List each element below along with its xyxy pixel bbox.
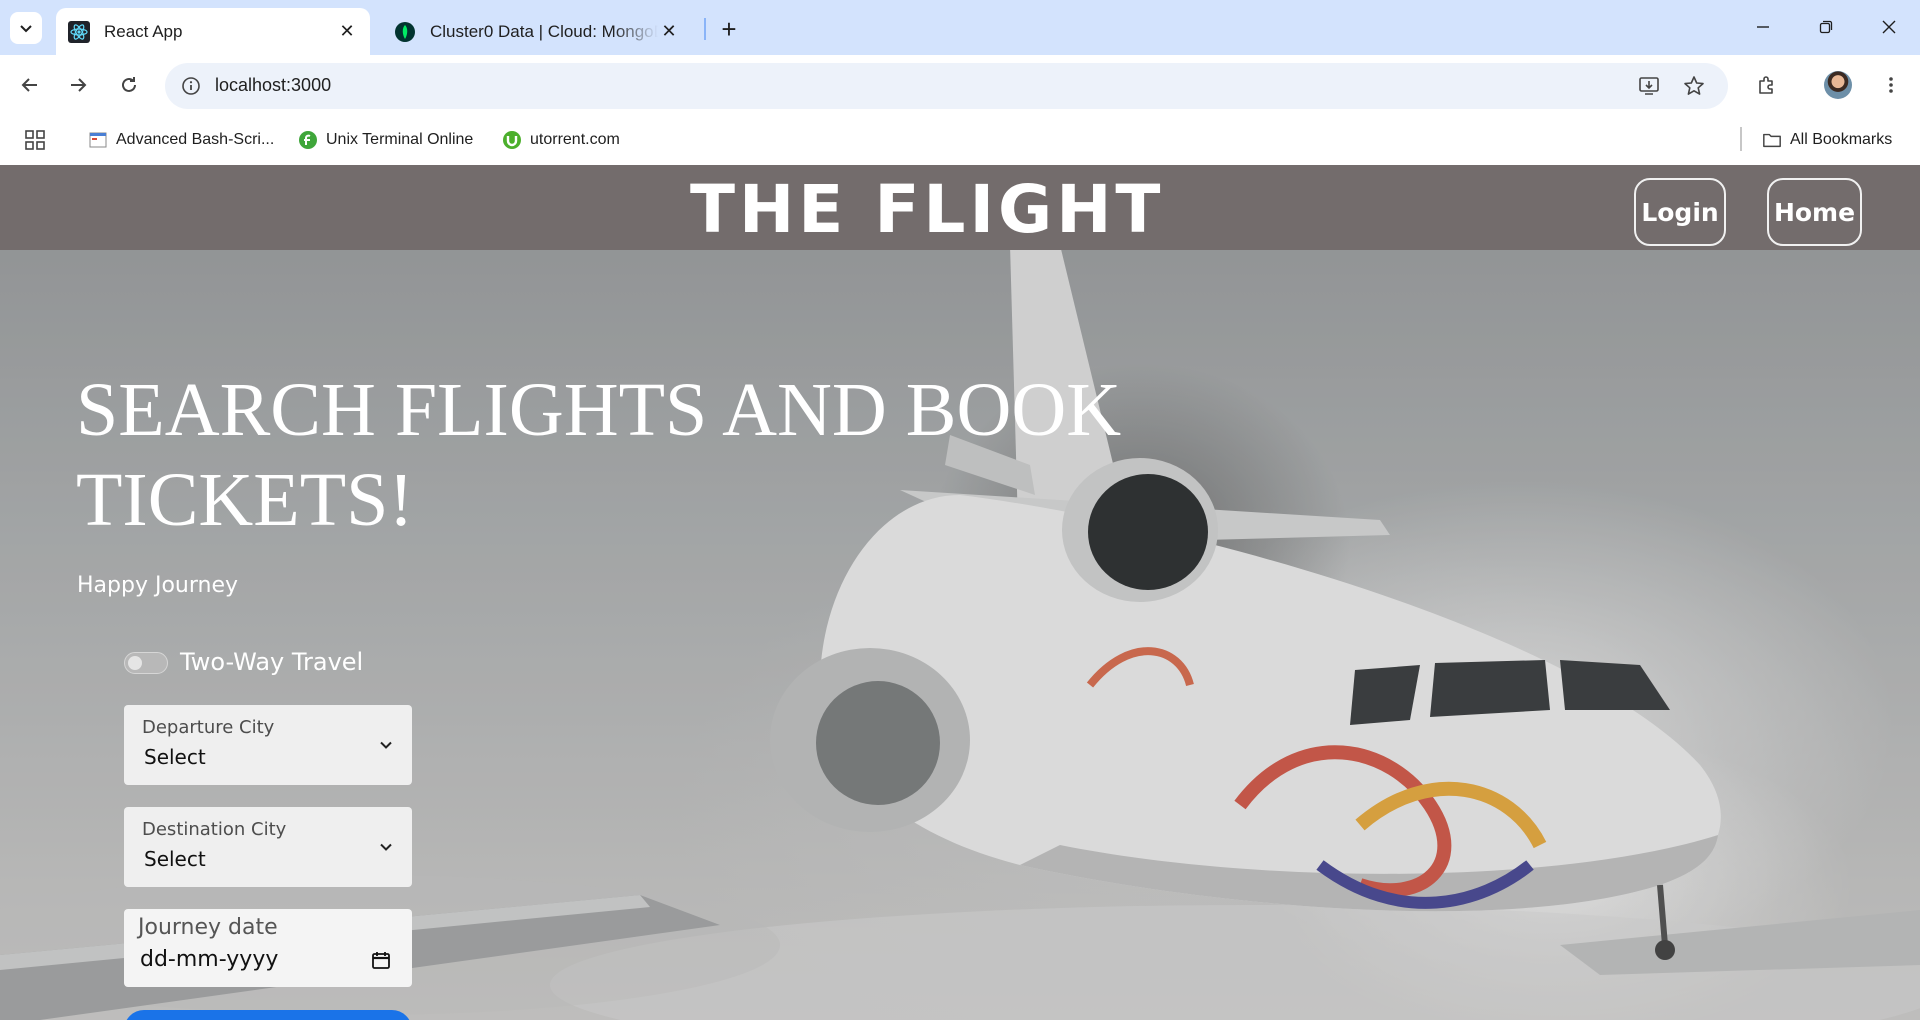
two-way-label: Two-Way Travel xyxy=(180,648,364,676)
all-bookmarks-label: All Bookmarks xyxy=(1790,131,1893,148)
hero-title: SEARCH FLIGHTS AND BOOK TICKETS! xyxy=(76,368,1122,542)
bookmarks-bar: Advanced Bash-Scri... Unix Terminal Onli… xyxy=(0,115,1920,165)
minimize-button[interactable] xyxy=(1743,10,1783,44)
minimize-icon xyxy=(1757,26,1769,28)
two-way-toggle[interactable] xyxy=(124,652,168,674)
site-header: THE FLIGHT Login Home xyxy=(0,165,1920,250)
site-logo-text[interactable]: THE FLIGHT xyxy=(690,171,1164,248)
tab-title: Cluster0 Data | Cloud: MongoDB xyxy=(430,21,658,41)
close-icon xyxy=(1882,20,1896,34)
tab-divider xyxy=(704,18,706,40)
toggle-knob xyxy=(128,656,142,670)
destination-city-value: Select xyxy=(144,847,206,871)
destination-city-select[interactable]: Destination City Select xyxy=(124,807,412,887)
tab-react-app[interactable]: React App ✕ xyxy=(56,8,370,55)
departure-city-value: Select xyxy=(144,745,206,769)
new-tab-button[interactable]: + xyxy=(714,14,744,44)
browser-toolbar: localhost:3000 xyxy=(0,55,1920,115)
departure-city-select[interactable]: Departure City Select xyxy=(124,705,412,785)
home-button[interactable]: Home xyxy=(1767,178,1862,246)
profile-avatar[interactable] xyxy=(1824,71,1852,99)
close-icon[interactable]: ✕ xyxy=(658,21,680,43)
site-info-icon[interactable] xyxy=(179,74,203,98)
terminal-leaf-icon xyxy=(298,130,318,150)
folder-icon xyxy=(1762,130,1782,150)
airplane-background-image xyxy=(0,165,1920,1020)
page-viewport: THE FLIGHT Login Home SEARCH FLIGHTS AND… xyxy=(0,165,1920,1020)
bookmark-label: Unix Terminal Online xyxy=(326,131,474,148)
chevron-down-icon xyxy=(376,837,396,857)
arrow-left-icon xyxy=(21,78,37,92)
tab-strip: React App ✕ Cluster0 Data | Cloud: Mongo… xyxy=(0,0,1920,55)
bookmark-label: utorrent.com xyxy=(530,131,620,148)
all-bookmarks-button[interactable]: All Bookmarks xyxy=(1762,127,1892,153)
tab-title: React App xyxy=(104,21,183,41)
apps-grid-icon xyxy=(25,130,45,150)
bookmark-utorrent[interactable]: utorrent.com xyxy=(502,127,620,153)
close-window-button[interactable] xyxy=(1869,10,1909,44)
close-icon[interactable]: ✕ xyxy=(336,21,358,43)
browser-menu-button[interactable] xyxy=(1873,67,1909,103)
journey-date-input[interactable]: Journey date dd-mm-yyyy xyxy=(124,909,412,987)
chevron-down-icon xyxy=(376,735,396,755)
departure-city-label: Departure City xyxy=(142,717,275,738)
star-icon[interactable] xyxy=(1682,74,1706,98)
journey-date-value: dd-mm-yyyy xyxy=(140,947,279,972)
bookmark-label: Advanced Bash-Scri... xyxy=(116,131,275,148)
reload-icon xyxy=(122,77,136,92)
hero-subtitle: Happy Journey xyxy=(77,573,239,598)
tab-mongodb[interactable]: Cluster0 Data | Cloud: MongoDB ✕ xyxy=(382,8,692,55)
arrow-right-icon xyxy=(71,78,87,92)
back-button[interactable] xyxy=(12,67,48,103)
tab-search-button[interactable] xyxy=(10,12,42,44)
restore-icon xyxy=(1819,20,1833,34)
url-text: localhost:3000 xyxy=(215,75,332,95)
utorrent-icon xyxy=(502,130,522,150)
chevron-down-icon xyxy=(20,25,32,33)
extensions-button[interactable] xyxy=(1749,67,1785,103)
login-button[interactable]: Login xyxy=(1634,178,1726,246)
destination-city-label: Destination City xyxy=(142,819,287,840)
address-bar[interactable]: localhost:3000 xyxy=(165,63,1728,109)
search-flights-button[interactable] xyxy=(124,1010,412,1020)
restore-button[interactable] xyxy=(1806,10,1846,44)
puzzle-icon xyxy=(1759,76,1773,94)
forward-button[interactable] xyxy=(60,67,96,103)
calendar-icon[interactable] xyxy=(370,949,392,971)
bookmark-unix-terminal[interactable]: Unix Terminal Online xyxy=(298,127,473,153)
react-icon xyxy=(68,20,90,43)
apps-button[interactable] xyxy=(24,127,46,153)
bookmark-advanced-bash[interactable]: Advanced Bash-Scri... xyxy=(88,127,274,153)
document-icon xyxy=(88,130,108,150)
more-vertical-icon xyxy=(1889,77,1893,93)
reload-button[interactable] xyxy=(111,67,147,103)
mongodb-leaf-icon xyxy=(394,21,416,43)
journey-date-label: Journey date xyxy=(138,915,278,940)
install-app-icon[interactable] xyxy=(1637,74,1661,98)
bookmarks-divider xyxy=(1740,127,1742,151)
